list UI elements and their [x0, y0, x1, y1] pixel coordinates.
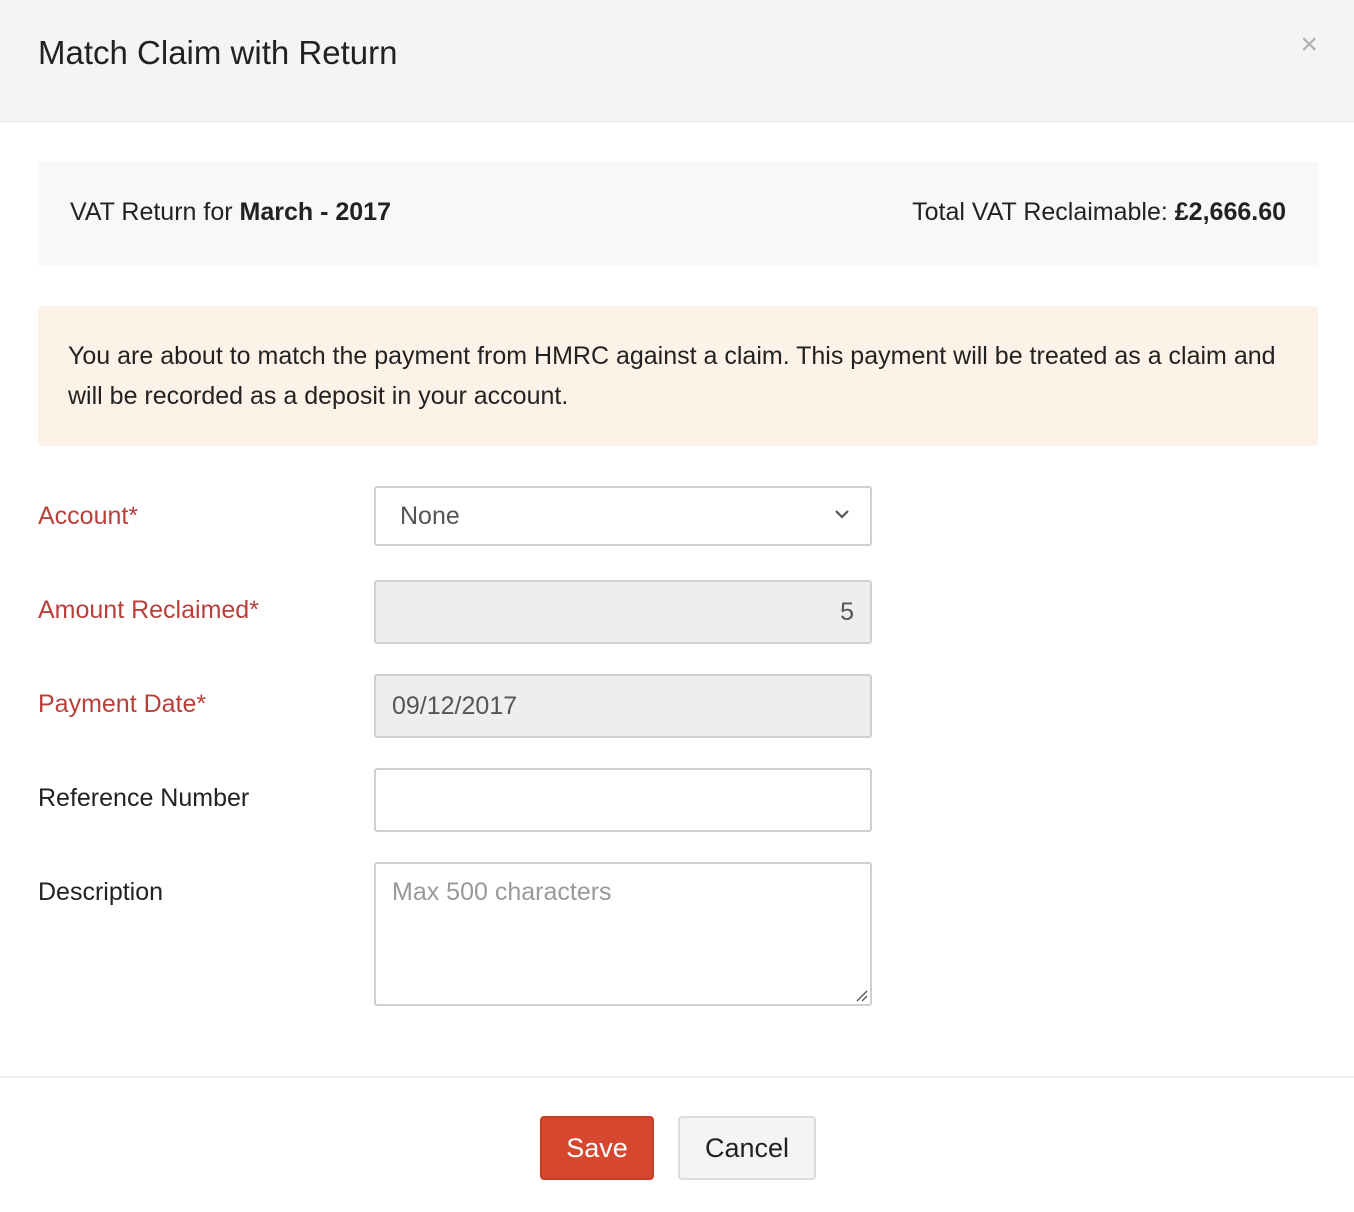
- account-select-value: None: [400, 502, 460, 530]
- reference-number-input[interactable]: [374, 768, 872, 832]
- payment-date-input[interactable]: [374, 674, 872, 738]
- cancel-button[interactable]: Cancel: [678, 1116, 816, 1180]
- resize-handle-icon[interactable]: [854, 988, 868, 1002]
- return-period-value: March - 2017: [239, 198, 391, 226]
- close-icon[interactable]: ×: [1300, 30, 1318, 60]
- description-wrapper: [374, 862, 872, 1006]
- description-label: Description: [38, 878, 164, 906]
- reference-number-label: Reference Number: [38, 784, 250, 812]
- chevron-down-icon: [835, 510, 849, 519]
- description-textarea[interactable]: [374, 862, 872, 1006]
- amount-reclaimed-input[interactable]: [374, 580, 872, 644]
- account-select[interactable]: None: [374, 486, 872, 546]
- save-button[interactable]: Save: [540, 1116, 654, 1180]
- amount-reclaimed-label: Amount Reclaimed*: [38, 596, 259, 624]
- modal-title: Match Claim with Return: [38, 34, 398, 71]
- return-period-text: VAT Return for March - 2017: [70, 198, 391, 227]
- account-label: Account*: [38, 502, 139, 530]
- total-reclaimable-text: Total VAT Reclaimable: £2,666.60: [912, 198, 1286, 227]
- return-period-prefix: VAT Return for: [70, 198, 240, 226]
- footer-divider: [0, 1076, 1354, 1078]
- total-reclaimable-value: £2,666.60: [1174, 198, 1286, 226]
- vat-return-summary: VAT Return for March - 2017 Total VAT Re…: [38, 162, 1318, 266]
- total-reclaimable-label: Total VAT Reclaimable:: [912, 198, 1175, 226]
- modal-header: Match Claim with Return ×: [0, 0, 1354, 122]
- warning-message: You are about to match the payment from …: [38, 306, 1318, 446]
- payment-date-label: Payment Date*: [38, 690, 207, 718]
